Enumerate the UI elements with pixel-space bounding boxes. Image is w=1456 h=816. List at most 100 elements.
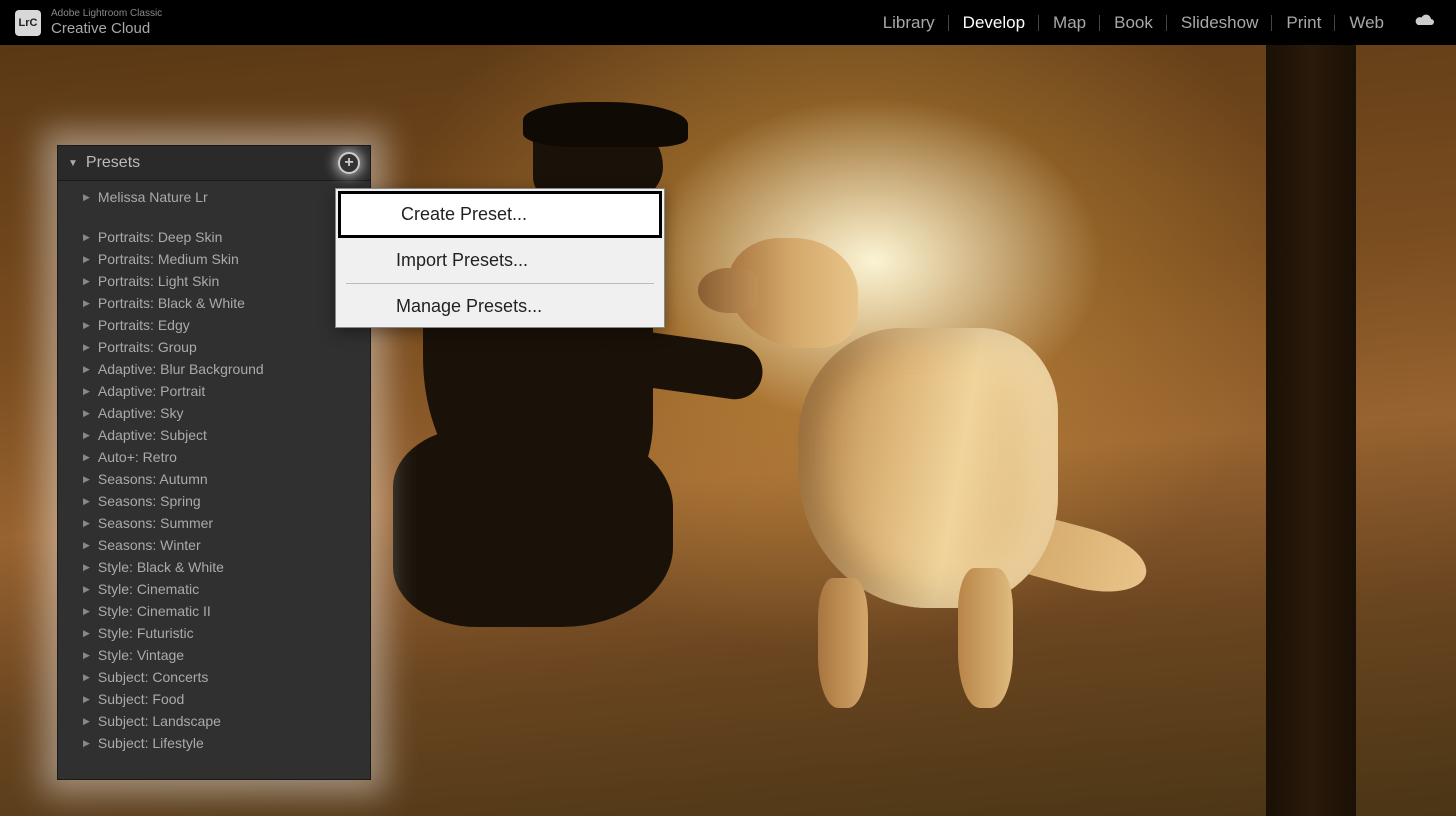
chevron-right-icon: ▶: [83, 650, 90, 661]
preset-folder[interactable]: ▶ Style: Vintage: [58, 644, 370, 666]
preset-folder[interactable]: ▶ Style: Futuristic: [58, 622, 370, 644]
preset-folder-label: Style: Futuristic: [98, 625, 194, 641]
preset-folder-label: Subject: Food: [98, 691, 184, 707]
menu-manage-presets[interactable]: Manage Presets...: [336, 286, 664, 327]
preset-folder-label: Portraits: Deep Skin: [98, 229, 223, 245]
preset-folder-label: Adaptive: Blur Background: [98, 361, 264, 377]
presets-panel-header[interactable]: ▼ Presets +: [58, 146, 370, 181]
chevron-right-icon: ▶: [83, 408, 90, 419]
preset-folder-label: Style: Black & White: [98, 559, 224, 575]
preset-folder-label: Style: Cinematic: [98, 581, 199, 597]
preset-folder-label: Subject: Lifestyle: [98, 735, 204, 751]
preset-folder[interactable]: ▶Adaptive: Portrait: [58, 380, 370, 402]
chevron-right-icon: ▶: [83, 694, 90, 705]
preset-folder-label: Portraits: Edgy: [98, 317, 190, 333]
preset-folder-label: Seasons: Winter: [98, 537, 201, 553]
preset-folder[interactable]: ▶ Portraits: Edgy: [58, 314, 370, 336]
app-name-small: Adobe Lightroom Classic: [51, 9, 162, 19]
chevron-down-icon: ▼: [68, 158, 78, 169]
preset-folder[interactable]: ▶ Adaptive: Subject: [58, 424, 370, 446]
nav-develop[interactable]: Develop: [949, 13, 1039, 33]
chevron-right-icon: ▶: [83, 496, 90, 507]
chevron-right-icon: ▶: [83, 320, 90, 331]
nav-web[interactable]: Web: [1335, 13, 1398, 33]
preset-folder-label: Seasons: Autumn: [98, 471, 208, 487]
preset-folder-label: Portraits: Light Skin: [98, 273, 219, 289]
preset-folder[interactable]: ▶ Subject: Lifestyle: [58, 732, 370, 754]
preset-folder-label: Adaptive: Sky: [98, 405, 184, 421]
chevron-right-icon: ▶: [83, 276, 90, 287]
preset-folder-label: Portraits: Medium Skin: [98, 251, 239, 267]
preset-folder-label: Style: Vintage: [98, 647, 184, 663]
preset-folder[interactable]: ▶ Style: Black & White: [58, 556, 370, 578]
preset-folder[interactable]: ▶ Subject: Landscape: [58, 710, 370, 732]
preset-folder[interactable]: ▶ Portraits: Medium Skin: [58, 248, 370, 270]
preset-context-menu: Create Preset... Import Presets... Manag…: [335, 188, 665, 328]
nav-slideshow[interactable]: Slideshow: [1167, 13, 1273, 33]
module-nav: LibraryDevelopMapBookSlideshowPrintWeb: [869, 12, 1436, 33]
preset-folder[interactable]: ▶ Subject: Food: [58, 688, 370, 710]
preset-folder-label: Subject: Concerts: [98, 669, 209, 685]
preset-folder[interactable]: ▶ Style: Cinematic II: [58, 600, 370, 622]
topbar: LrC Adobe Lightroom Classic Creative Clo…: [0, 0, 1456, 45]
preset-folder-label: Style: Cinematic II: [98, 603, 211, 619]
preset-folder-label: Adaptive: Subject: [98, 427, 207, 443]
preset-folder-label: Melissa Nature Lr: [98, 189, 208, 205]
chevron-right-icon: ▶: [83, 364, 90, 375]
menu-import-presets[interactable]: Import Presets...: [336, 240, 664, 281]
preset-folder-label: Adaptive: Portrait: [98, 383, 205, 399]
chevron-right-icon: ▶: [83, 540, 90, 551]
preset-folder-label: Portraits: Group: [98, 339, 197, 355]
preset-folder[interactable]: ▶ Subject: Concerts: [58, 666, 370, 688]
chevron-right-icon: ▶: [83, 298, 90, 309]
preset-folder-label: Seasons: Spring: [98, 493, 201, 509]
preset-folder[interactable]: ▶ Seasons: Spring: [58, 490, 370, 512]
app-name-large: Creative Cloud: [51, 21, 162, 36]
chevron-right-icon: ▶: [83, 342, 90, 353]
chevron-right-icon: ▶: [83, 452, 90, 463]
chevron-right-icon: ▶: [83, 628, 90, 639]
presets-panel: ▼ Presets + ▶ Melissa Nature Lr ▶ Portrai…: [57, 145, 371, 780]
add-preset-button[interactable]: +: [338, 152, 360, 174]
chevron-right-icon: ▶: [83, 254, 90, 265]
preset-folder-user[interactable]: ▶ Melissa Nature Lr: [58, 186, 370, 208]
menu-create-preset[interactable]: Create Preset...: [338, 191, 662, 238]
preset-folder-label: Portraits: Black & White: [98, 295, 245, 311]
chevron-right-icon: ▶: [83, 584, 90, 595]
chevron-right-icon: ▶: [83, 474, 90, 485]
preset-folder[interactable]: ▶ Seasons: Winter: [58, 534, 370, 556]
preset-folder[interactable]: ▶ Adaptive: Blur Background: [58, 358, 370, 380]
nav-book[interactable]: Book: [1100, 13, 1167, 33]
chevron-right-icon: ▶: [83, 192, 90, 203]
presets-title: Presets: [86, 154, 140, 172]
preset-folder-label: Seasons: Summer: [98, 515, 213, 531]
chevron-right-icon: ▶: [83, 738, 90, 749]
chevron-right-icon: ▶: [83, 518, 90, 529]
nav-map[interactable]: Map: [1039, 13, 1100, 33]
chevron-right-icon: ▶: [83, 430, 90, 441]
preset-folder[interactable]: ▶ Portraits: Group: [58, 336, 370, 358]
preset-folder[interactable]: ▶ Auto+: Retro: [58, 446, 370, 468]
chevron-right-icon: ▶: [83, 672, 90, 683]
topbar-left: LrC Adobe Lightroom Classic Creative Clo…: [15, 9, 162, 36]
preset-folder[interactable]: ▶ Seasons: Summer: [58, 512, 370, 534]
preset-folder[interactable]: ▶ Portraits: Light Skin: [58, 270, 370, 292]
preset-folder[interactable]: ▶ Seasons: Autumn: [58, 468, 370, 490]
chevron-right-icon: ▶: [83, 606, 90, 617]
preset-folder[interactable]: ▶ Style: Cinematic: [58, 578, 370, 600]
chevron-right-icon: ▶: [83, 232, 90, 243]
chevron-right-icon: ▶: [83, 562, 90, 573]
preset-folder-label: Subject: Landscape: [98, 713, 221, 729]
nav-library[interactable]: Library: [869, 13, 949, 33]
app-icon: LrC: [15, 10, 41, 36]
menu-divider: [346, 283, 654, 284]
chevron-right-icon: ▶: [83, 716, 90, 727]
nav-print[interactable]: Print: [1272, 13, 1335, 33]
app-title-block: Adobe Lightroom Classic Creative Cloud: [51, 9, 162, 36]
preset-folder[interactable]: ▶ Portraits: Deep Skin: [58, 226, 370, 248]
preset-folder[interactable]: ▶ Portraits: Black & White: [58, 292, 370, 314]
preset-list: ▶ Melissa Nature Lr ▶ Portraits: Deep Ski…: [58, 181, 370, 754]
preset-folder[interactable]: ▶ Adaptive: Sky: [58, 402, 370, 424]
preset-folder-label: Auto+: Retro: [98, 449, 177, 465]
cloud-sync-icon[interactable]: [1414, 12, 1436, 33]
